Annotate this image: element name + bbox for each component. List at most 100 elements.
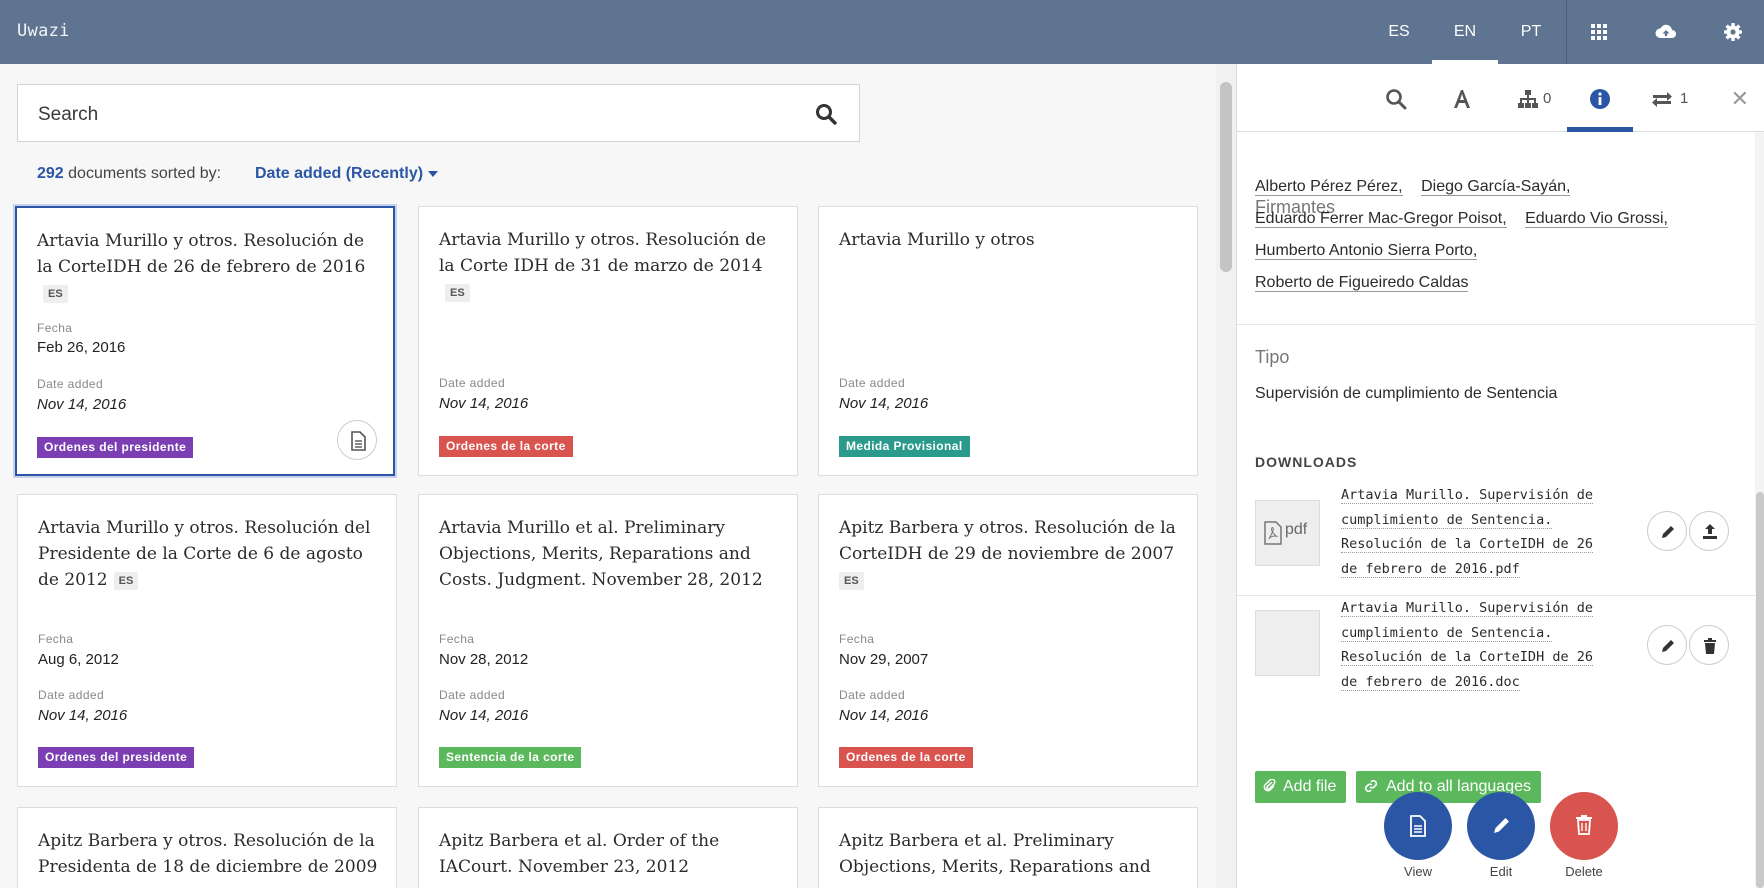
card-title[interactable]: Artavia Murillo et al. Preliminary Objec… — [439, 515, 779, 593]
document-card[interactable]: Artavia Murillo y otros Date added Nov 1… — [818, 206, 1198, 476]
card-title[interactable]: Apitz Barbera y otros. Resolución de la … — [38, 828, 378, 880]
date-added-label: Date added — [38, 688, 105, 702]
pencil-icon — [1494, 818, 1509, 833]
trash-icon — [1704, 638, 1716, 654]
document-card[interactable]: Apitz Barbera et al. Preliminary Objecti… — [818, 807, 1198, 888]
scrollbar-thumb[interactable] — [1220, 82, 1232, 272]
language-en[interactable]: EN — [1432, 0, 1498, 64]
tab-references[interactable]: 1 — [1633, 64, 1709, 132]
card-title[interactable]: Artavia Murillo y otros. Resolución del … — [38, 515, 378, 593]
cloud-upload-icon[interactable] — [1654, 20, 1678, 44]
link-icon — [1364, 779, 1378, 793]
card-title[interactable]: Artavia Murillo y otros. Resolución de l… — [37, 228, 377, 306]
top-navbar: Uwazi ES EN PT — [0, 0, 1764, 64]
navbar-divider — [1566, 0, 1567, 64]
document-card[interactable]: Artavia Murillo y otros. Resolución del … — [17, 494, 397, 787]
info-circle-icon — [1590, 89, 1610, 109]
document-card[interactable]: Apitz Barbera y otros. Resolución de la … — [17, 807, 397, 888]
sidepanel-scrollbar[interactable] — [1755, 132, 1764, 888]
fecha-value: Nov 29, 2007 — [839, 651, 929, 668]
language-pt[interactable]: PT — [1498, 0, 1564, 64]
upload-icon — [1703, 524, 1717, 539]
search-box[interactable]: Search — [17, 84, 860, 142]
firmante-link[interactable]: Eduardo Ferrer Mac-Gregor Poisot, — [1255, 210, 1507, 228]
close-icon[interactable]: ✕ — [1731, 86, 1749, 112]
exchange-icon — [1652, 92, 1672, 107]
fecha-label: Fecha — [37, 321, 73, 335]
file-name-link[interactable]: Artavia Murillo. Supervisión de cumplimi… — [1341, 596, 1611, 694]
document-card[interactable]: Apitz Barbera y otros. Resolución de la … — [818, 494, 1198, 787]
date-added-label: Date added — [839, 688, 906, 702]
card-title[interactable]: Artavia Murillo y otros — [839, 227, 1179, 253]
search-icon[interactable] — [815, 103, 837, 125]
date-added-value: Nov 14, 2016 — [439, 395, 529, 412]
template-tag: Ordenes del presidente — [38, 747, 195, 768]
language-es[interactable]: ES — [1366, 0, 1432, 64]
sorted-by-label: documents sorted by: — [68, 165, 222, 182]
trash-icon — [1576, 815, 1592, 835]
card-title[interactable]: Artavia Murillo y otros. Resolución de l… — [439, 227, 779, 305]
fecha-value: Nov 28, 2012 — [439, 651, 529, 668]
search-input[interactable]: Search — [38, 104, 98, 126]
app-title[interactable]: Uwazi — [17, 21, 70, 41]
date-added-label: Date added — [37, 377, 104, 391]
divider — [1237, 324, 1755, 325]
sort-dropdown[interactable]: Date added (Recently) — [255, 165, 439, 183]
firmante-link[interactable]: Alberto Pérez Pérez, — [1255, 178, 1403, 196]
firmante-link[interactable]: Roberto de Figueiredo Caldas — [1255, 274, 1469, 292]
card-title[interactable]: Apitz Barbera y otros. Resolución de la … — [839, 515, 1179, 593]
date-added-label: Date added — [439, 376, 506, 390]
language-badge: ES — [445, 284, 470, 302]
add-file-button[interactable]: Add file — [1255, 771, 1347, 803]
firmantes-list: Alberto Pérez Pérez, Diego García-Sayán,… — [1255, 171, 1735, 299]
fecha-label: Fecha — [38, 632, 74, 646]
document-card[interactable]: Artavia Murillo et al. Preliminary Objec… — [418, 494, 798, 787]
pencil-icon — [1662, 640, 1674, 652]
date-added-value: Nov 14, 2016 — [38, 707, 128, 724]
downloads-heading: DOWNLOADS — [1255, 454, 1358, 470]
file-thumbnail[interactable]: pdf — [1255, 500, 1320, 566]
caret-down-icon[interactable] — [428, 170, 439, 177]
date-added-value: Nov 14, 2016 — [839, 395, 929, 412]
paperclip-icon — [1263, 778, 1276, 792]
fecha-value: Feb 26, 2016 — [37, 339, 126, 356]
delete-file-button[interactable] — [1689, 625, 1729, 665]
edit-file-button[interactable] — [1647, 625, 1687, 665]
date-added-value: Nov 14, 2016 — [439, 707, 529, 724]
file-name-link[interactable]: Artavia Murillo. Supervisión de cumplimi… — [1341, 483, 1611, 581]
file-thumbnail[interactable] — [1255, 610, 1320, 676]
edit-file-button[interactable] — [1647, 511, 1687, 551]
firmante-link[interactable]: Humberto Antonio Sierra Porto, — [1255, 242, 1478, 260]
document-card[interactable]: Artavia Murillo y otros. Resolución de l… — [15, 206, 395, 476]
language-badge: ES — [113, 572, 139, 590]
tab-search[interactable] — [1363, 64, 1429, 132]
tipo-value: Supervisión de cumplimiento de Sentencia — [1255, 385, 1558, 402]
document-icon — [351, 431, 366, 451]
tab-text-references[interactable] — [1429, 64, 1495, 132]
tab-info[interactable] — [1567, 64, 1633, 132]
gear-icon[interactable] — [1721, 20, 1745, 44]
card-title[interactable]: Apitz Barbera et al. Order of the IACour… — [439, 828, 779, 880]
edit-button[interactable] — [1467, 792, 1535, 860]
fecha-label: Fecha — [439, 632, 475, 646]
view-document-button[interactable] — [337, 420, 377, 460]
upload-file-button[interactable] — [1689, 511, 1729, 551]
firmante-link[interactable]: Diego García-Sayán, — [1421, 178, 1571, 196]
delete-button[interactable] — [1550, 792, 1618, 860]
scrollbar-thumb[interactable] — [1756, 492, 1764, 888]
sort-value[interactable]: Date added (Recently) — [255, 165, 423, 182]
card-title[interactable]: Apitz Barbera et al. Preliminary Objecti… — [839, 828, 1179, 880]
edit-label: Edit — [1489, 864, 1513, 879]
document-card[interactable]: Apitz Barbera et al. Order of the IACour… — [418, 807, 798, 888]
document-card[interactable]: Artavia Murillo y otros. Resolución de l… — [418, 206, 798, 476]
delete-label: Delete — [1565, 864, 1603, 879]
library-scrollbar[interactable] — [1216, 64, 1236, 888]
references-count: 1 — [1680, 90, 1689, 107]
font-icon — [1454, 90, 1470, 108]
firmante-link[interactable]: Eduardo Vio Grossi, — [1525, 210, 1668, 228]
tab-connections[interactable]: 0 — [1495, 64, 1567, 132]
date-added-value: Nov 14, 2016 — [37, 396, 127, 413]
view-button[interactable] — [1384, 792, 1452, 860]
template-tag: Ordenes del presidente — [37, 437, 194, 458]
grid-icon[interactable] — [1587, 20, 1611, 44]
